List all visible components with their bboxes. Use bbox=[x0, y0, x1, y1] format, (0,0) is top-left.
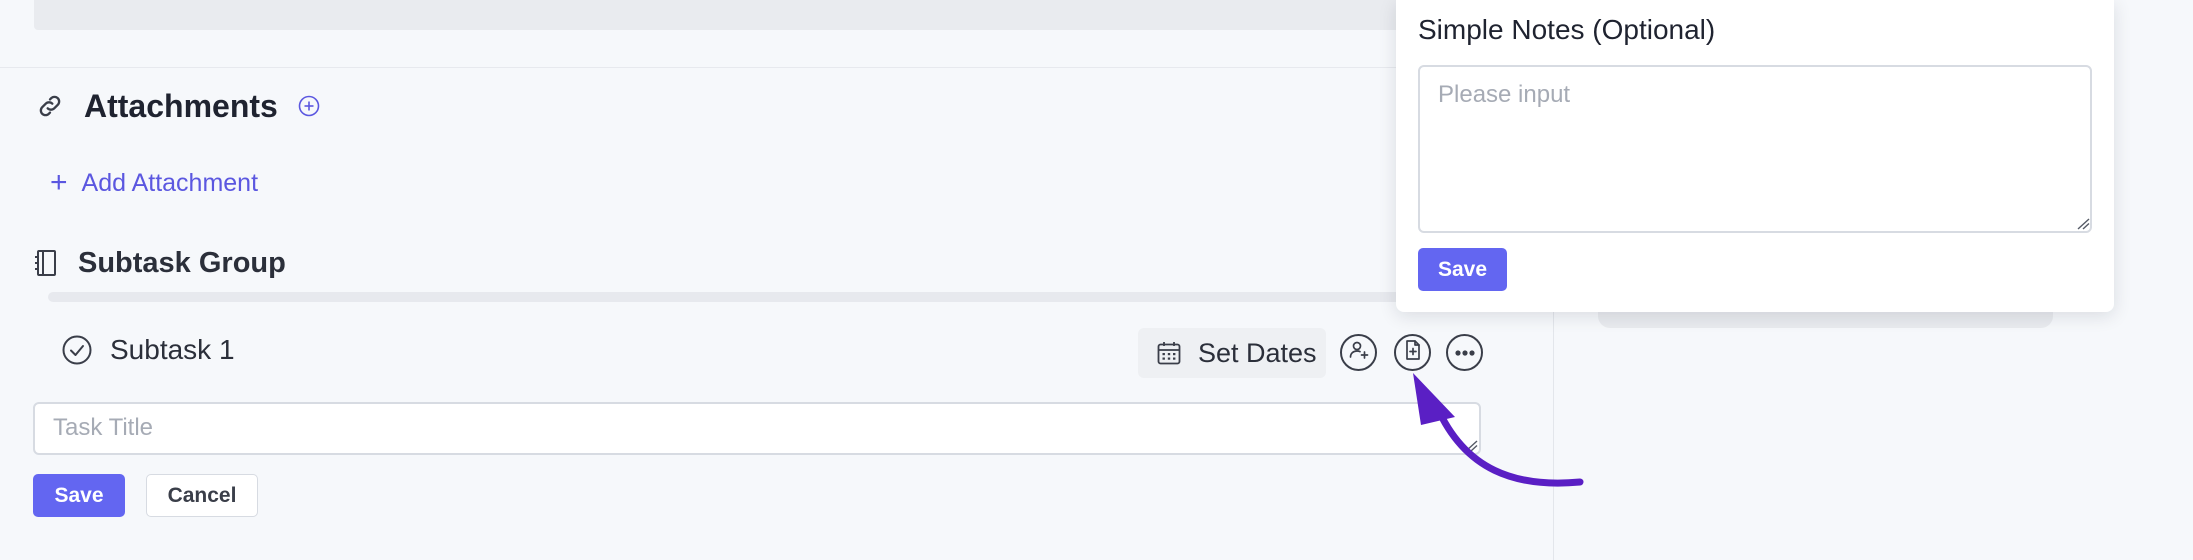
resize-handle-icon[interactable] bbox=[1464, 440, 1478, 452]
notebook-icon bbox=[34, 249, 58, 277]
notes-popover: Simple Notes (Optional) Save bbox=[1396, 0, 2114, 312]
column-divider bbox=[1553, 300, 1554, 560]
notes-resize-handle-icon[interactable] bbox=[2076, 218, 2090, 230]
ellipsis-icon bbox=[1454, 344, 1476, 362]
more-options-button[interactable] bbox=[1446, 334, 1483, 371]
set-dates-label: Set Dates bbox=[1198, 337, 1317, 368]
assign-user-button[interactable] bbox=[1340, 334, 1377, 371]
attachments-header: Attachments bbox=[36, 86, 320, 126]
file-plus-icon bbox=[1403, 339, 1423, 366]
add-attachment-label: Add Attachment bbox=[81, 168, 259, 197]
add-note-button[interactable] bbox=[1394, 334, 1431, 371]
add-attachment-link[interactable]: + Add Attachment bbox=[50, 168, 258, 198]
subtask-group-progress bbox=[48, 292, 1448, 302]
link-icon bbox=[36, 92, 64, 120]
add-attachment-plus-icon[interactable] bbox=[298, 95, 320, 117]
check-circle-icon[interactable] bbox=[62, 335, 92, 365]
save-task-button[interactable]: Save bbox=[33, 474, 125, 517]
subtask-group-title: Subtask Group bbox=[78, 246, 286, 279]
user-plus-icon bbox=[1348, 339, 1370, 366]
save-notes-button[interactable]: Save bbox=[1418, 248, 1507, 291]
notes-popover-title: Simple Notes (Optional) bbox=[1418, 14, 1716, 45]
subtask-item[interactable]: Subtask 1 bbox=[62, 334, 235, 366]
section-divider bbox=[0, 67, 1553, 68]
task-title-input[interactable] bbox=[33, 402, 1481, 455]
plus-icon: + bbox=[50, 166, 68, 199]
set-dates-button[interactable]: Set Dates bbox=[1138, 328, 1326, 378]
subtask-group-header: Subtask Group bbox=[34, 245, 286, 281]
attachments-title: Attachments bbox=[84, 87, 278, 124]
calendar-icon bbox=[1156, 340, 1182, 366]
subtask-name[interactable]: Subtask 1 bbox=[110, 334, 235, 366]
top-banner bbox=[34, 0, 1434, 30]
notes-input[interactable] bbox=[1418, 65, 2092, 233]
cancel-task-button[interactable]: Cancel bbox=[146, 474, 258, 517]
